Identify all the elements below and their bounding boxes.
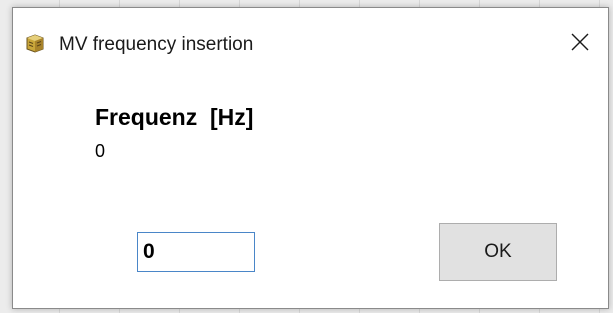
- window-title: MV frequency insertion: [59, 34, 254, 55]
- frequency-label: Frequenz [Hz]: [95, 104, 254, 130]
- close-button[interactable]: [558, 24, 602, 64]
- ok-button[interactable]: OK: [439, 223, 557, 281]
- dialog-window: MV frequency insertion Frequenz [Hz] 0 O…: [12, 7, 609, 309]
- title-bar[interactable]: MV frequency insertion: [13, 8, 608, 76]
- frequency-input[interactable]: [137, 232, 255, 272]
- close-icon: [571, 33, 589, 56]
- current-frequency-value: 0: [95, 141, 106, 161]
- app-icon: [24, 32, 46, 54]
